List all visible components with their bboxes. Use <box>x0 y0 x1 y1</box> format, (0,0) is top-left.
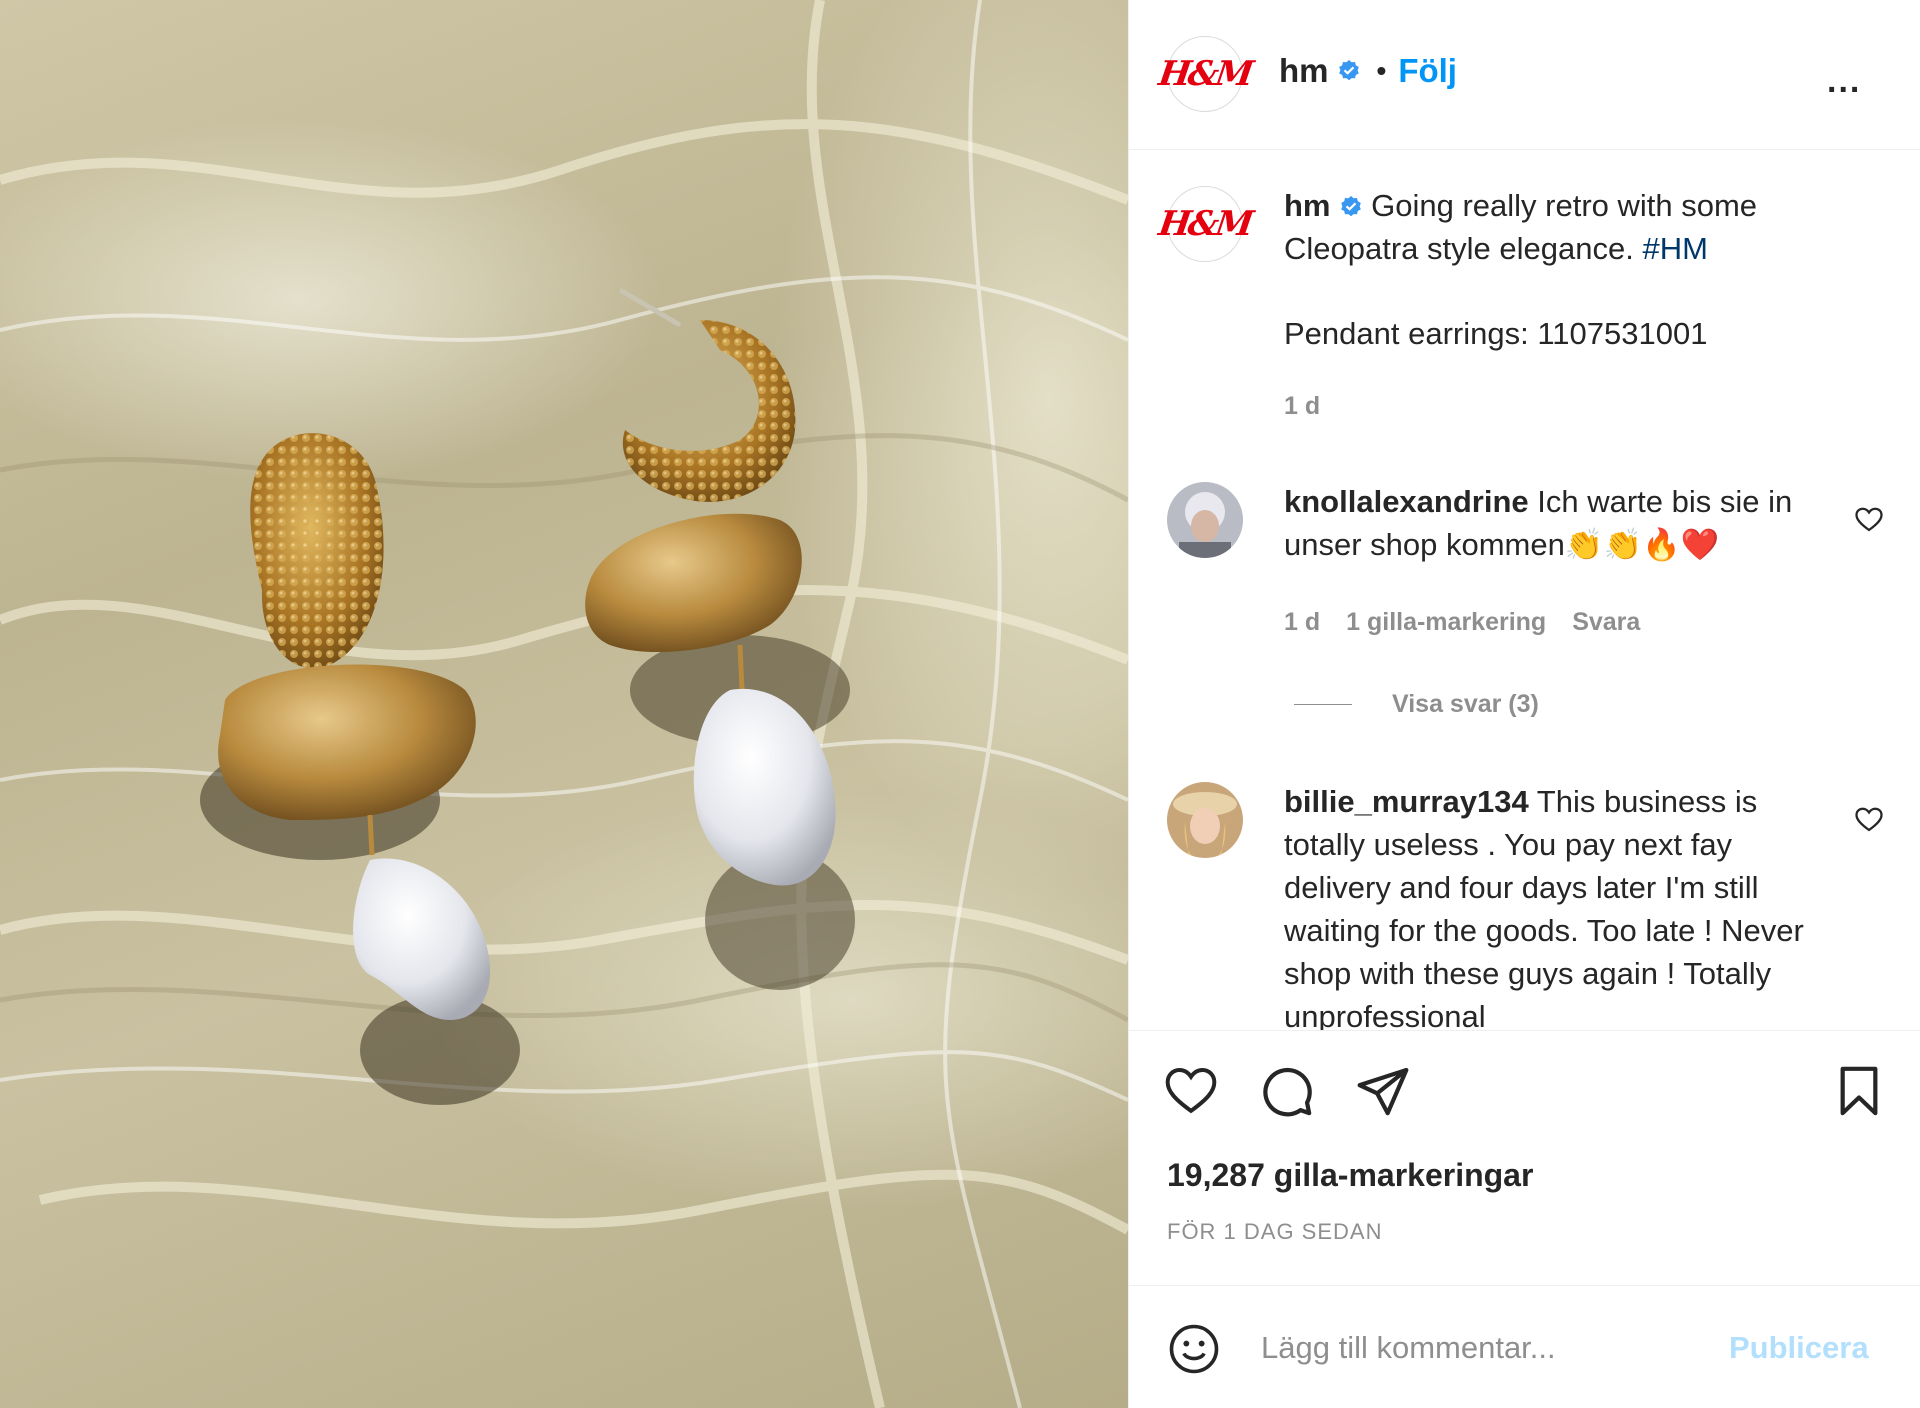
like-comment-heart-icon[interactable] <box>1854 805 1884 835</box>
caption-timestamp: 1 d <box>1284 392 1346 421</box>
comment-text: This business is totally useless . You p… <box>1284 784 1804 1030</box>
replies-divider <box>1294 704 1352 705</box>
emoji-smiley-icon[interactable] <box>1167 1322 1221 1376</box>
reply-button[interactable]: Svara <box>1572 608 1640 636</box>
header-username[interactable]: hm <box>1279 52 1329 90</box>
post-header: H&M hm • Följ ... <box>1129 0 1920 150</box>
post-photo[interactable] <box>0 0 1128 1408</box>
separator-dot: • <box>1376 55 1387 86</box>
caption-time[interactable]: 1 d <box>1284 392 1320 420</box>
like-heart-icon[interactable] <box>1163 1063 1219 1119</box>
more-options-icon[interactable]: ... <box>1827 62 1861 101</box>
comments-section[interactable]: H&M hm Going really retro with some Cleo… <box>1129 150 1920 1030</box>
hm-logo-text: H&M <box>1156 54 1254 94</box>
comment-bubble-icon[interactable] <box>1259 1063 1315 1119</box>
profile-avatar[interactable]: H&M <box>1156 36 1254 112</box>
save-bookmark-icon[interactable] <box>1831 1063 1887 1119</box>
earrings-photo-illustration <box>0 0 1128 1408</box>
post-actions: 19,287 gilla-markeringar FÖR 1 DAG SEDAN <box>1129 1030 1920 1285</box>
caption-avatar[interactable]: H&M <box>1156 186 1254 262</box>
verified-badge-icon <box>1340 196 1361 217</box>
likes-count[interactable]: 19,287 gilla-markeringar <box>1167 1157 1533 1194</box>
comment-time[interactable]: 1 d <box>1284 608 1320 636</box>
comment-avatar[interactable] <box>1167 782 1243 858</box>
add-comment-bar: Lägg till kommentar... Publicera <box>1129 1285 1920 1408</box>
post-time-ago[interactable]: FÖR 1 DAG SEDAN <box>1167 1219 1382 1245</box>
like-comment-heart-icon[interactable] <box>1854 505 1884 535</box>
comment-username[interactable]: billie_murray134 <box>1284 784 1529 819</box>
post-details-panel: H&M hm • Följ ... H&M hm Going really re… <box>1128 0 1920 1408</box>
user-avatar-icon <box>1167 782 1243 858</box>
comment-input[interactable]: Lägg till kommentar... <box>1261 1330 1556 1366</box>
caption-hashtag-link[interactable]: #HM <box>1642 231 1707 266</box>
view-replies-label: Visa svar (3) <box>1392 690 1539 718</box>
publish-button[interactable]: Publicera <box>1729 1330 1869 1366</box>
view-replies-button[interactable]: Visa svar (3) <box>1294 690 1539 719</box>
comment-likes[interactable]: 1 gilla-markering <box>1346 608 1546 636</box>
comment-username[interactable]: knollalexandrine <box>1284 484 1529 519</box>
header-username-row: hm • Följ <box>1279 52 1457 90</box>
share-paper-plane-icon[interactable] <box>1355 1063 1411 1119</box>
user-avatar-icon <box>1167 482 1243 558</box>
comment-avatar[interactable] <box>1167 482 1243 558</box>
comment-body: knollalexandrine Ich warte bis sie in un… <box>1284 480 1844 566</box>
caption-username[interactable]: hm <box>1284 188 1331 223</box>
hm-logo-text: H&M <box>1156 204 1254 244</box>
comment-body: billie_murray134 This business is totall… <box>1284 780 1844 1030</box>
instagram-post-modal: H&M hm • Följ ... H&M hm Going really re… <box>0 0 1920 1408</box>
comment-meta: 1 d 1 gilla-markering Svara <box>1284 608 1666 637</box>
verified-badge-icon <box>1338 60 1359 81</box>
caption: hm Going really retro with some Cleopatr… <box>1284 184 1844 270</box>
caption-line-2: Pendant earrings: 1107531001 <box>1284 316 1708 351</box>
follow-button[interactable]: Följ <box>1398 52 1457 90</box>
